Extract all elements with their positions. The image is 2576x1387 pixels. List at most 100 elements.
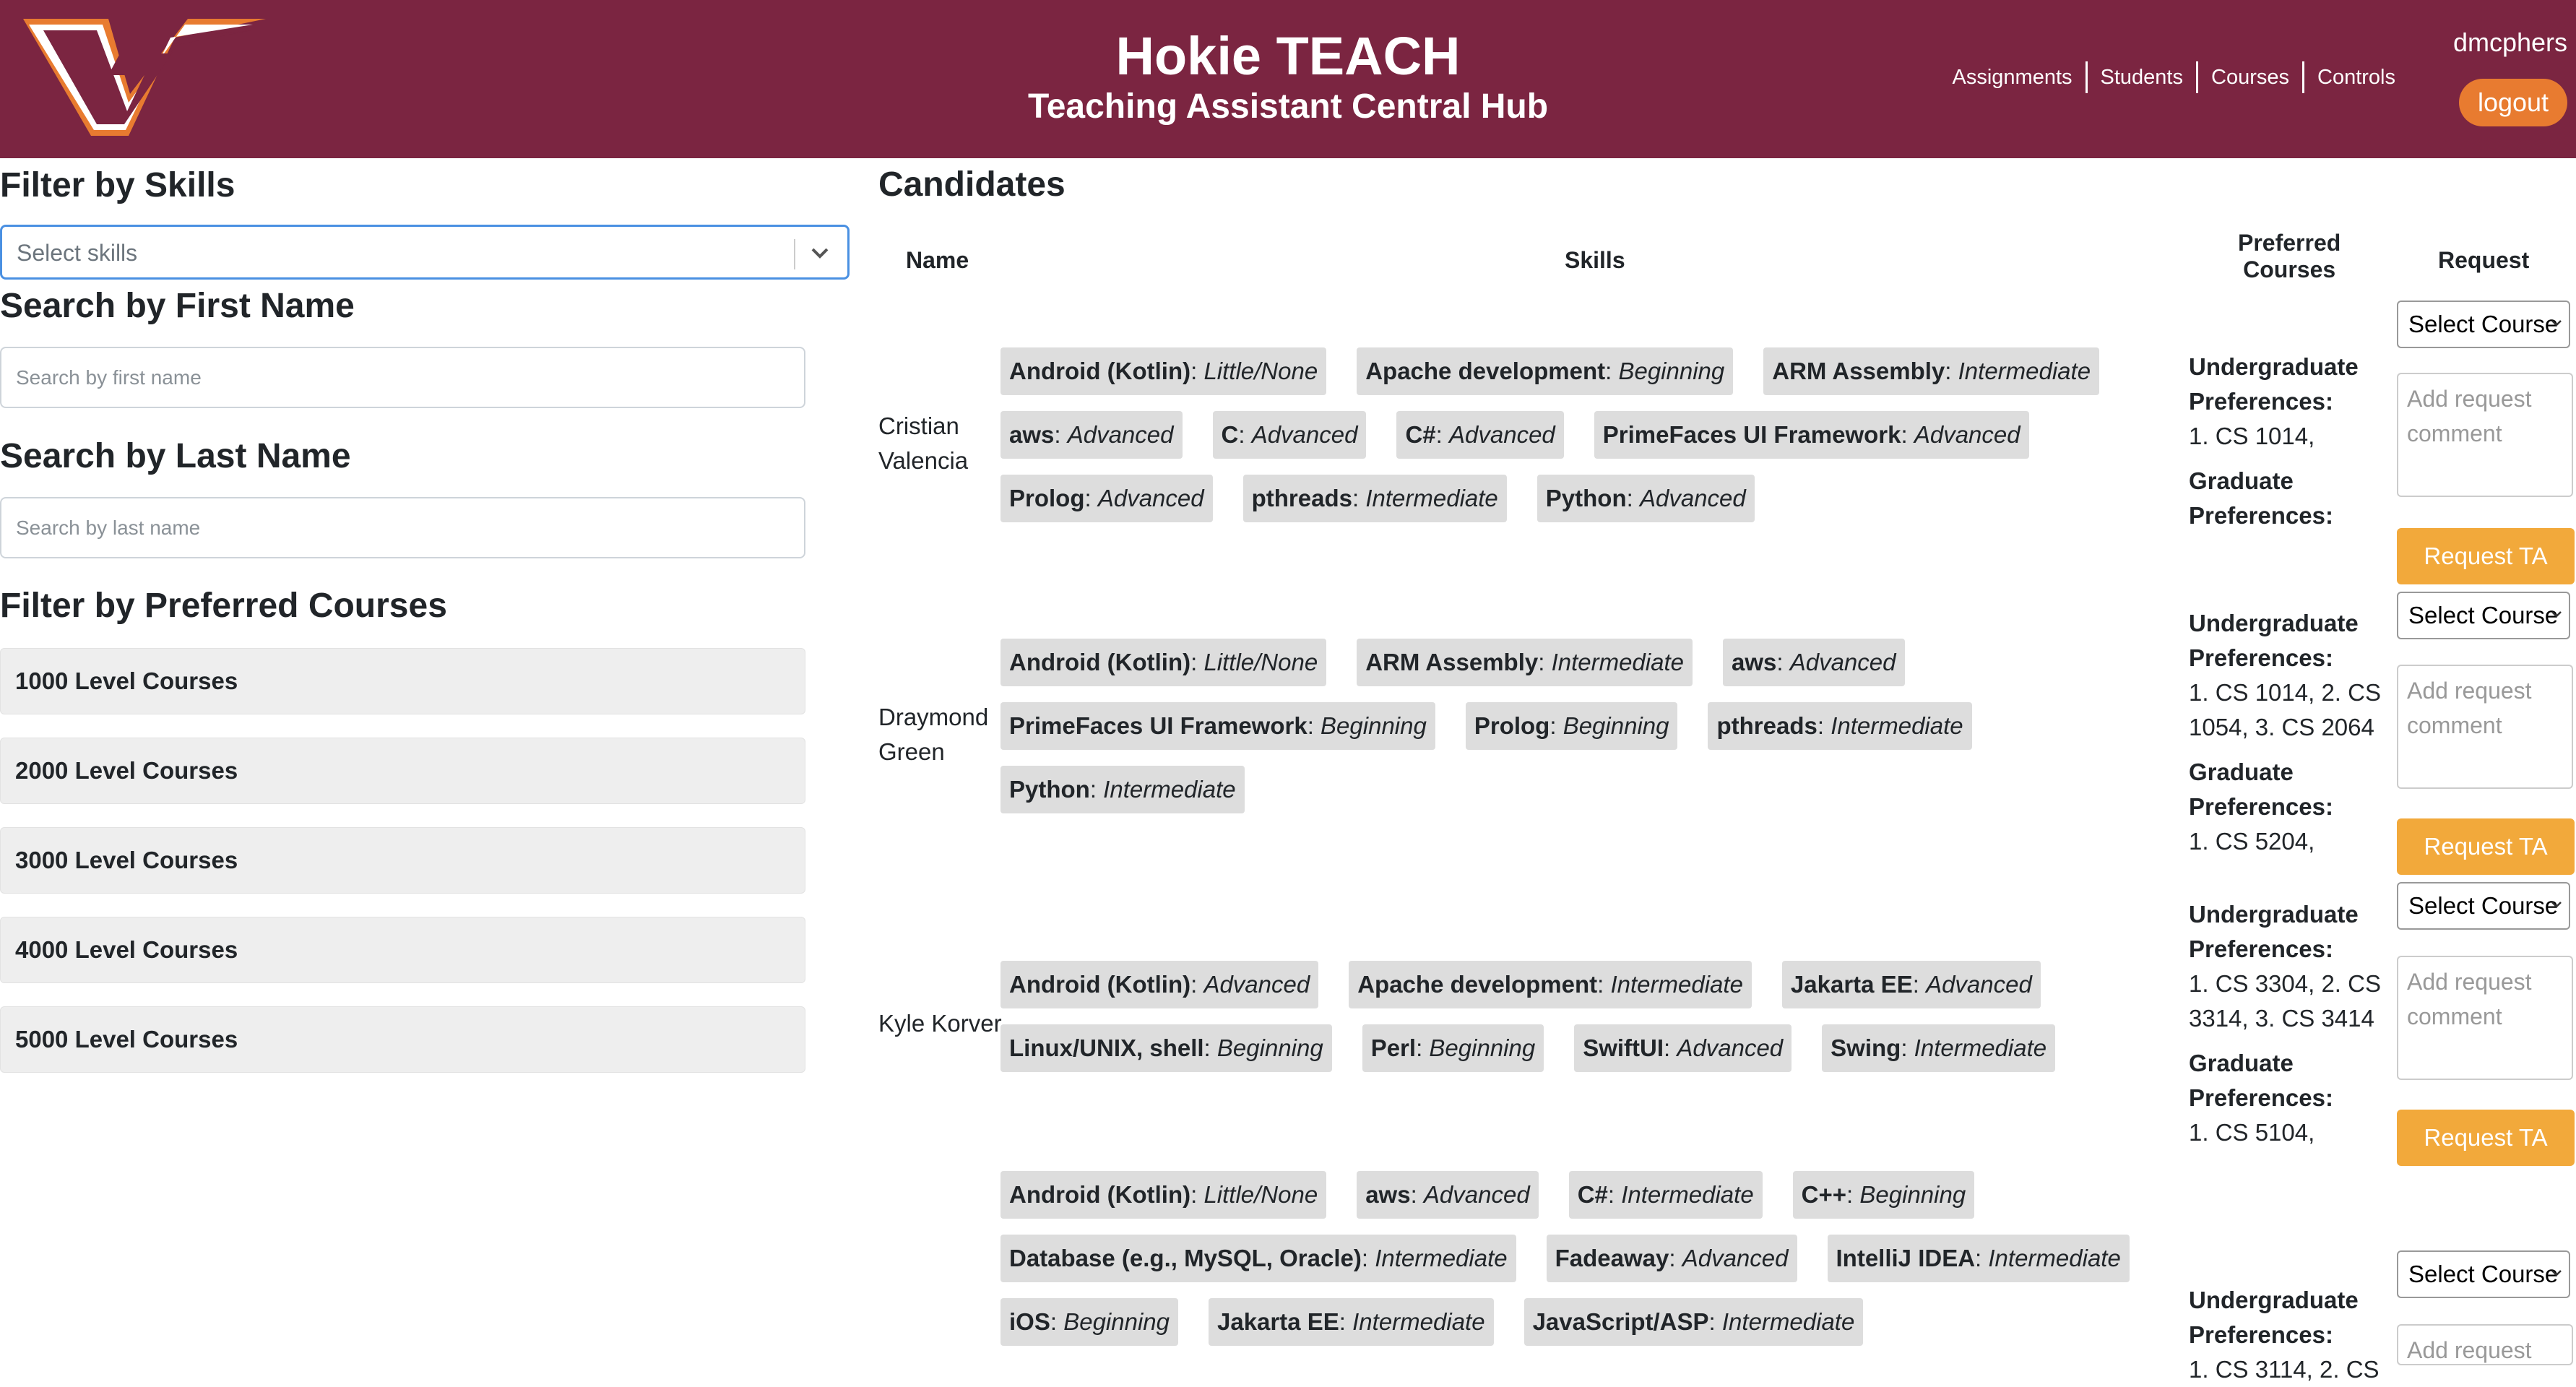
- skill-name: iOS: [1009, 1308, 1050, 1335]
- skills-row: Python: Intermediate: [1000, 766, 1275, 813]
- skill-name: PrimeFaces UI Framework: [1602, 421, 1901, 448]
- username: dmcphers: [2452, 27, 2567, 57]
- skill-chip: Apache development: Intermediate: [1349, 961, 1752, 1008]
- skills-row: Database (e.g., MySQL, Oracle): Intermed…: [1000, 1235, 2160, 1282]
- skill-chip: Jakarta EE: Intermediate: [1209, 1298, 1494, 1346]
- skill-name: pthreads: [1251, 485, 1352, 511]
- skill-chip: aws: Advanced: [1723, 639, 1905, 686]
- course-level-4000[interactable]: 4000 Level Courses: [0, 917, 805, 983]
- skill-name: Apache development: [1357, 971, 1598, 998]
- candidate-first-name: Draymond: [878, 704, 989, 730]
- request-comment-textarea[interactable]: Add request comment: [2397, 665, 2573, 789]
- skill-name: Database (e.g., MySQL, Oracle): [1009, 1245, 1362, 1271]
- undergrad-label: Undergraduate: [2189, 610, 2359, 636]
- skills-row: Android (Kotlin): Little/None Apache dev…: [1000, 347, 2130, 395]
- nav-controls[interactable]: Controls: [2304, 61, 2408, 93]
- request-comment-textarea[interactable]: Add request comment: [2397, 956, 2573, 1080]
- nav-assignments[interactable]: Assignments: [1940, 61, 2086, 93]
- skill-chip: Android (Kotlin): Little/None: [1000, 1171, 1327, 1219]
- course-select[interactable]: Select Course: [2397, 1250, 2570, 1298]
- nav-courses[interactable]: Courses: [2198, 61, 2302, 93]
- skill-level: Advanced: [1067, 421, 1174, 448]
- grad-label: Graduate: [2189, 467, 2294, 494]
- first-name-heading: Search by First Name: [0, 287, 355, 325]
- skill-name: Jakarta EE: [1217, 1308, 1339, 1335]
- skill-level: Intermediate: [1610, 971, 1743, 998]
- skills-row: PrimeFaces UI Framework: Beginning Prolo…: [1000, 702, 2002, 750]
- skill-name: IntelliJ IDEA: [1836, 1245, 1976, 1271]
- course-level-2000[interactable]: 2000 Level Courses: [0, 738, 805, 804]
- skills-row: Linux/UNIX, shell: Beginning Perl: Begin…: [1000, 1024, 2086, 1072]
- skills-row: Android (Kotlin): Little/None ARM Assemb…: [1000, 639, 1935, 686]
- course-select[interactable]: Select Course: [2397, 882, 2570, 930]
- course-select[interactable]: Select Course: [2397, 592, 2570, 639]
- skill-level: Beginning: [1563, 712, 1669, 739]
- undergrad-prefs: 1. CS 1014,: [2189, 423, 2315, 449]
- skill-chip: Database (e.g., MySQL, Oracle): Intermed…: [1000, 1235, 1516, 1282]
- undergrad-prefs: 1. CS 1014, 2. CS: [2189, 679, 2381, 706]
- candidates-title: Candidates: [878, 165, 1066, 204]
- request-comment-textarea[interactable]: Add request comment: [2397, 373, 2573, 497]
- nav-students[interactable]: Students: [2088, 61, 2196, 93]
- column-header-preferred: Preferred Courses: [2238, 230, 2341, 283]
- request-ta-button[interactable]: Request TA: [2397, 818, 2575, 875]
- skills-filter-heading: Filter by Skills: [0, 166, 235, 204]
- skill-chip: C++: Beginning: [1792, 1171, 1975, 1219]
- logout-button[interactable]: logout: [2459, 79, 2567, 126]
- skill-chip: Fadeaway: Advanced: [1546, 1235, 1797, 1282]
- skill-chip: aws: Advanced: [1000, 411, 1183, 459]
- last-name-search-input[interactable]: Search by last name: [0, 497, 805, 558]
- skill-level: Intermediate: [1721, 1308, 1855, 1335]
- skill-chip: Python: Intermediate: [1000, 766, 1245, 813]
- skill-name: aws: [1365, 1181, 1411, 1208]
- request-comment-textarea[interactable]: Add request: [2397, 1324, 2573, 1365]
- skill-name: Prolog: [1009, 485, 1085, 511]
- skill-chip: PrimeFaces UI Framework: Advanced: [1594, 411, 2029, 459]
- skill-level: Advanced: [1789, 649, 1896, 675]
- skill-level: Advanced: [1251, 421, 1358, 448]
- skill-level: Advanced: [1914, 421, 2020, 448]
- skill-level: Advanced: [1097, 485, 1204, 511]
- skill-level: Advanced: [1682, 1245, 1789, 1271]
- skill-level: Advanced: [1449, 421, 1555, 448]
- chevron-down-icon: [2551, 902, 2562, 908]
- comment-placeholder: Add request: [2407, 678, 2532, 704]
- preferences: Undergraduate Preferences: 1. CS 3114, 2…: [2189, 1283, 2384, 1387]
- skill-name: Linux/UNIX, shell: [1009, 1034, 1204, 1061]
- undergrad-prefs: 3314, 3. CS 3414: [2189, 1005, 2374, 1032]
- request-ta-button[interactable]: Request TA: [2397, 528, 2575, 584]
- grad-prefs: 1. CS 5204,: [2189, 828, 2315, 855]
- skills-select-placeholder: Select skills: [17, 240, 138, 266]
- undergrad-label: Preferences:: [2189, 1321, 2333, 1348]
- course-level-5000[interactable]: 5000 Level Courses: [0, 1006, 805, 1073]
- undergrad-prefs: 1. CS 3114, 2. CS: [2189, 1356, 2380, 1383]
- undergrad-label: Undergraduate: [2189, 353, 2359, 380]
- preferences: Undergraduate Preferences: 1. CS 3304, 2…: [2189, 897, 2384, 1150]
- skill-chip: pthreads: Intermediate: [1708, 702, 1972, 750]
- candidate-first-name: Cristian: [878, 412, 959, 439]
- candidate-last-name: Green: [878, 738, 945, 765]
- first-name-search-input[interactable]: Search by first name: [0, 347, 805, 408]
- skill-level: Intermediate: [1103, 776, 1236, 803]
- chevron-down-icon[interactable]: [805, 238, 834, 267]
- skill-chip: ARM Assembly: Intermediate: [1357, 639, 1693, 686]
- top-header: Hokie TEACH Teaching Assistant Central H…: [0, 0, 2576, 158]
- course-level-3000[interactable]: 3000 Level Courses: [0, 827, 805, 894]
- course-select[interactable]: Select Course: [2397, 301, 2570, 348]
- skill-level: Intermediate: [1988, 1245, 2121, 1271]
- skill-chip: iOS: Beginning: [1000, 1298, 1178, 1346]
- skill-level: Little/None: [1203, 649, 1318, 675]
- skill-level: Little/None: [1203, 1181, 1318, 1208]
- skill-name: Jakarta EE: [1790, 971, 1913, 998]
- comment-placeholder: comment: [2407, 1003, 2502, 1029]
- course-level-1000[interactable]: 1000 Level Courses: [0, 648, 805, 714]
- grad-label: Preferences:: [2189, 1084, 2333, 1111]
- skill-level: Intermediate: [1621, 1181, 1754, 1208]
- column-header-name: Name: [906, 247, 969, 273]
- request-ta-button[interactable]: Request TA: [2397, 1110, 2575, 1166]
- skills-select[interactable]: Select skills: [0, 225, 850, 280]
- course-select-value: Select Course: [2408, 311, 2559, 337]
- skills-row: Android (Kotlin): Advanced Apache develo…: [1000, 961, 2071, 1008]
- skill-level: Advanced: [1203, 971, 1310, 998]
- skill-chip: Android (Kotlin): Advanced: [1000, 961, 1319, 1008]
